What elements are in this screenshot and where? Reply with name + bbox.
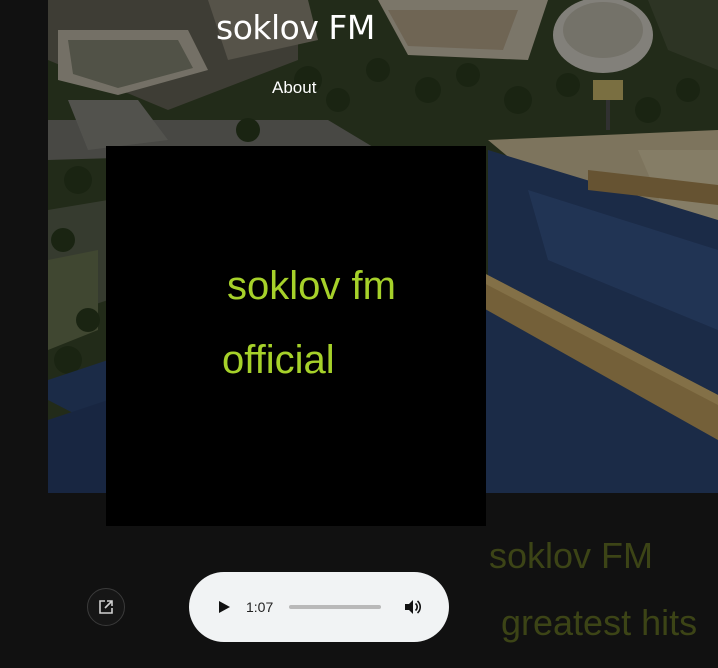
album-cover: soklov fm official xyxy=(106,146,486,526)
audio-player: 1:07 xyxy=(189,572,449,642)
play-button[interactable] xyxy=(215,598,233,616)
external-link-icon xyxy=(99,600,113,614)
seek-slider[interactable] xyxy=(289,605,381,609)
site-title[interactable]: soklov FM xyxy=(216,8,375,47)
volume-button[interactable] xyxy=(401,596,423,618)
release-subtitle: greatest hits xyxy=(501,602,698,643)
release-title: soklov FM xyxy=(489,535,654,576)
album-cover-subtitle: official xyxy=(222,338,335,382)
current-time: 1:07 xyxy=(246,599,274,615)
share-button[interactable] xyxy=(87,588,125,626)
play-icon xyxy=(219,601,230,613)
nav-about-link[interactable]: About xyxy=(272,78,316,98)
volume-icon xyxy=(405,600,421,614)
album-cover-title: soklov fm xyxy=(227,264,396,308)
